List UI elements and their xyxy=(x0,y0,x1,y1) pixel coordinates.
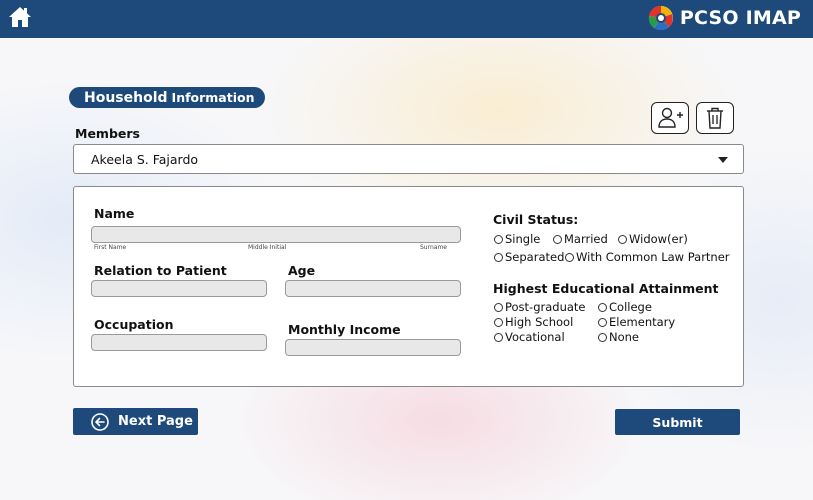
civil-status-common-law[interactable]: With Common Law Partner xyxy=(565,250,730,264)
members-selected-value: Akeela S. Fajardo xyxy=(91,152,199,167)
home-icon xyxy=(9,7,31,27)
relation-input[interactable] xyxy=(91,280,267,297)
radio-circle xyxy=(598,332,607,342)
section-title-sub: Information xyxy=(171,90,255,105)
radio-circle xyxy=(598,302,607,312)
next-page-label: Next Page xyxy=(118,414,193,429)
brand: PCSO IMAP xyxy=(648,4,801,32)
civil-status-single[interactable]: Single xyxy=(494,232,540,246)
monthly-income-input[interactable] xyxy=(285,339,461,356)
radio-label: Post-graduate xyxy=(505,300,586,314)
radio-label: Married xyxy=(564,232,608,246)
civil-status-title: Civil Status: xyxy=(493,212,579,227)
trash-icon xyxy=(707,107,723,129)
radio-circle xyxy=(598,317,607,327)
occupation-input[interactable] xyxy=(91,334,267,351)
civil-status-married[interactable]: Married xyxy=(553,232,608,246)
add-user-icon xyxy=(658,107,683,128)
radio-circle xyxy=(494,302,503,312)
education-post-graduate[interactable]: Post-graduate xyxy=(494,300,586,314)
radio-circle xyxy=(565,252,574,262)
first-name-hint: First Name xyxy=(94,244,127,251)
top-bar: PCSO IMAP xyxy=(0,0,813,38)
radio-label: Separated xyxy=(505,250,565,264)
name-input[interactable] xyxy=(91,226,461,243)
chevron-down-icon xyxy=(718,157,728,163)
radio-label: Elementary xyxy=(609,315,676,329)
radio-label: Vocational xyxy=(505,330,565,344)
education-vocational[interactable]: Vocational xyxy=(494,330,565,344)
section-title: Household Information xyxy=(69,87,265,108)
radio-circle xyxy=(494,234,503,244)
delete-member-button[interactable] xyxy=(696,102,734,134)
education-none[interactable]: None xyxy=(598,330,639,344)
members-label: Members xyxy=(75,126,140,141)
brand-name: PCSO IMAP xyxy=(679,7,801,29)
add-member-button[interactable] xyxy=(651,102,689,134)
radio-circle xyxy=(494,317,503,327)
radio-circle xyxy=(494,252,503,262)
age-input[interactable] xyxy=(285,280,461,297)
members-dropdown[interactable]: Akeela S. Fajardo xyxy=(73,144,744,174)
section-title-main: Household xyxy=(84,89,168,106)
name-label: Name xyxy=(94,206,135,221)
civil-status-separated[interactable]: Separated xyxy=(494,250,564,264)
pcso-logo-icon xyxy=(648,5,673,31)
radio-label: None xyxy=(609,330,640,344)
education-college[interactable]: College xyxy=(598,300,652,314)
next-page-button[interactable]: Next Page xyxy=(73,408,198,435)
radio-circle xyxy=(553,234,562,244)
surname-hint: Surname xyxy=(420,244,447,251)
submit-button[interactable]: Submit xyxy=(615,409,740,435)
middle-initial-hint: Middle Initial xyxy=(248,244,287,251)
radio-label: High School xyxy=(505,315,574,329)
relation-label: Relation to Patient xyxy=(94,263,227,278)
occupation-label: Occupation xyxy=(94,317,174,332)
age-label: Age xyxy=(288,263,316,278)
home-button[interactable] xyxy=(7,4,33,30)
radio-circle xyxy=(618,234,627,244)
education-high-school[interactable]: High School xyxy=(494,315,573,329)
radio-label: Single xyxy=(505,232,541,246)
radio-label: College xyxy=(609,300,652,314)
household-form: Name First Name Middle Initial Surname R… xyxy=(73,186,744,387)
civil-status-widower[interactable]: Widow(er) xyxy=(618,232,688,246)
radio-label: With Common Law Partner xyxy=(576,250,730,264)
monthly-income-label: Monthly Income xyxy=(288,322,401,337)
radio-label: Widow(er) xyxy=(629,232,688,246)
radio-circle xyxy=(494,332,503,342)
education-elementary[interactable]: Elementary xyxy=(598,315,675,329)
arrow-left-circle-icon xyxy=(91,412,109,431)
education-title: Highest Educational Attainment xyxy=(493,281,719,296)
